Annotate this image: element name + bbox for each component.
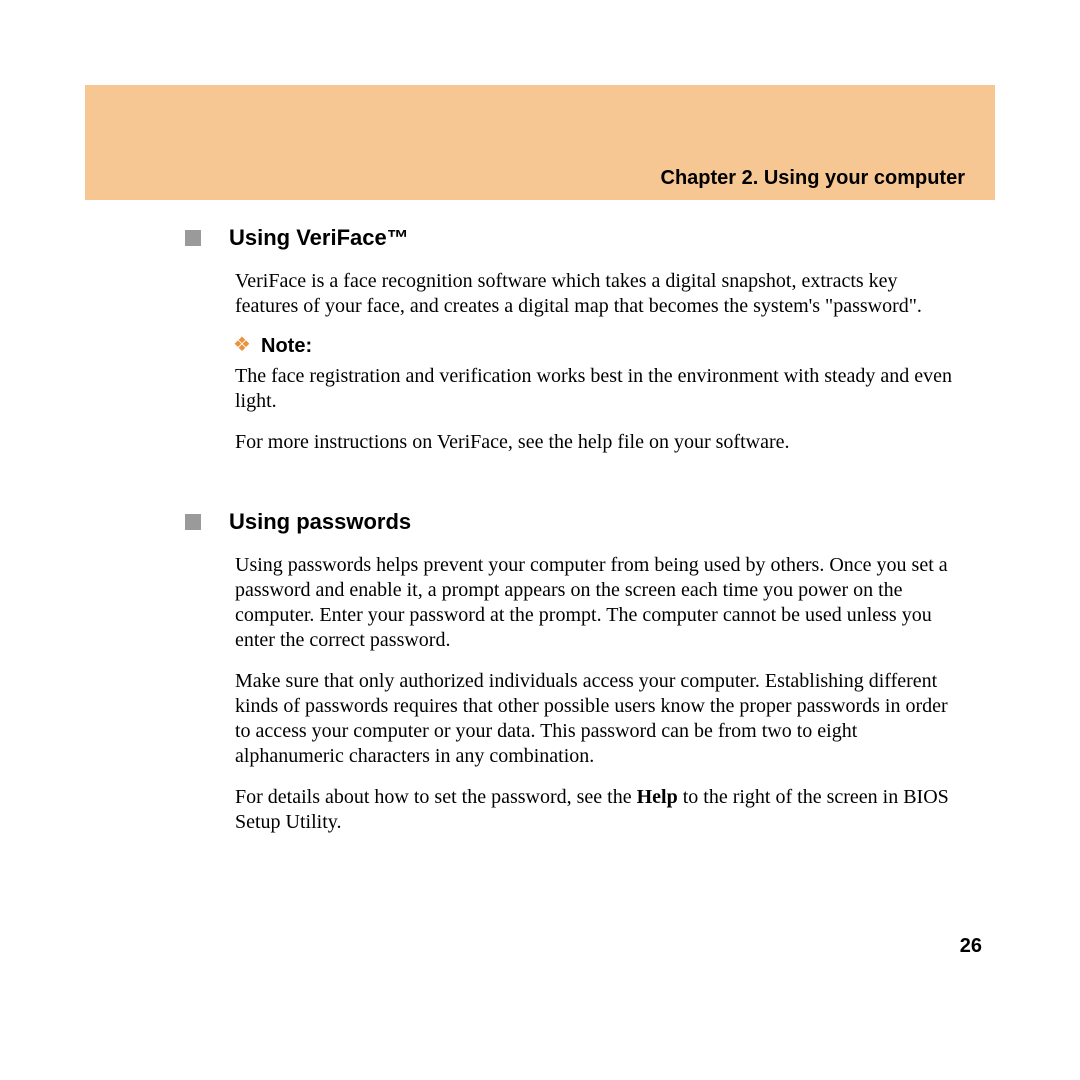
- page-number: 26: [960, 935, 982, 958]
- veriface-intro: VeriFace is a face recognition software …: [235, 269, 955, 319]
- passwords-p3-pre: For details about how to set the passwor…: [235, 786, 637, 808]
- header-band: Chapter 2. Using your computer: [85, 85, 995, 200]
- diamond-icon: [235, 339, 251, 355]
- note-body: The face registration and verification w…: [235, 364, 955, 414]
- veriface-more: For more instructions on VeriFace, see t…: [235, 430, 955, 455]
- note-row: Note:: [235, 335, 995, 358]
- passwords-p3: For details about how to set the passwor…: [235, 785, 955, 835]
- passwords-p1: Using passwords helps prevent your compu…: [235, 553, 955, 653]
- section-heading-passwords: Using passwords: [85, 509, 995, 535]
- note-label: Note:: [261, 335, 312, 358]
- square-bullet-icon: [185, 514, 201, 530]
- section-heading-veriface: Using VeriFace™: [85, 225, 995, 251]
- passwords-p3-bold: Help: [637, 786, 678, 808]
- page-content: Using VeriFace™ VeriFace is a face recog…: [85, 215, 995, 851]
- section-title-passwords: Using passwords: [229, 509, 411, 535]
- passwords-p2: Make sure that only authorized individua…: [235, 669, 955, 769]
- chapter-title: Chapter 2. Using your computer: [661, 167, 966, 190]
- section-title-veriface: Using VeriFace™: [229, 225, 409, 251]
- square-bullet-icon: [185, 230, 201, 246]
